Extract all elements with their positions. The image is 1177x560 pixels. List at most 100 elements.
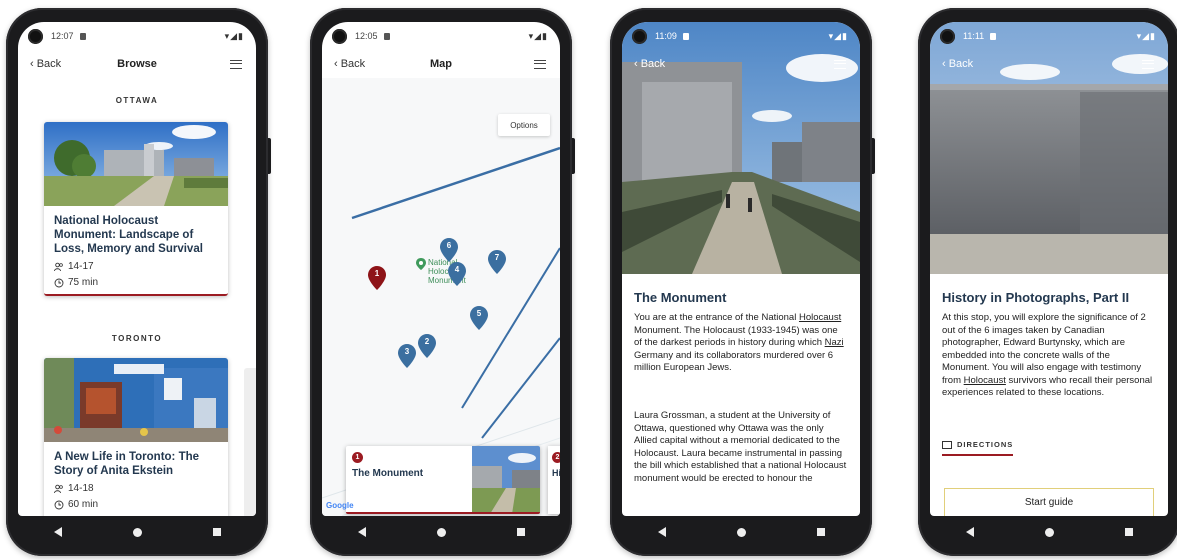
city-heading-toronto: TORONTO — [111, 334, 163, 343]
camera-cutout — [632, 28, 647, 44]
back-nav-icon[interactable] — [53, 527, 62, 537]
map-pin-6[interactable]: 6 — [440, 238, 458, 262]
page-title: Map — [430, 58, 452, 70]
directions-label: DIRECTIONS — [957, 440, 1014, 449]
phone-browse: 12:07 ▾◢▮ ‹ Back Browse OTTAWA National … — [6, 8, 271, 556]
android-nav-bar — [18, 518, 256, 546]
duration-value: 75 min — [68, 277, 99, 288]
recents-nav-icon[interactable] — [816, 528, 825, 536]
glossary-link-nazi[interactable]: Nazi — [825, 337, 844, 348]
top-nav: ‹ Back — [622, 50, 860, 78]
clock-icon — [54, 278, 64, 287]
stop-title: History — [552, 468, 560, 478]
stop-number-badge: 2 — [552, 452, 560, 463]
home-nav-icon[interactable] — [436, 527, 446, 537]
back-button[interactable]: ‹ Back — [634, 58, 665, 70]
signal-battery-icon: ▾◢▮ — [1136, 30, 1156, 41]
glossary-link-holocaust[interactable]: Holocaust — [964, 375, 1006, 386]
directions-link[interactable]: DIRECTIONS — [942, 440, 1014, 456]
map-pin-1[interactable]: 1 — [368, 266, 386, 290]
stop-description: You are at the entrance of the National … — [634, 312, 844, 373]
map-icon — [942, 440, 952, 449]
stop-description-continued: Laura Grossman, a student at the Univers… — [634, 410, 847, 484]
map-pin-7[interactable]: 7 — [488, 250, 506, 274]
status-bar: 12:05 ▾◢▮ — [322, 22, 560, 50]
page-title: Browse — [117, 58, 157, 70]
photographs-screen: 11:11 ▾◢▮ ‹ Back History in Photographs,… — [930, 22, 1168, 516]
map-screen: 12:05 ▾◢▮ ‹ Back Map Options National Ho… — [322, 22, 560, 516]
stop-card[interactable]: 2 History — [548, 446, 560, 514]
top-nav: ‹ Back — [930, 50, 1168, 78]
top-nav: ‹ Back Browse — [18, 50, 256, 78]
stop-description: At this stop, you will explore the signi… — [942, 312, 1153, 398]
tour-title: A New Life in Toronto: The Story of Anit… — [54, 451, 200, 477]
tour-card[interactable]: National Holocaust Monument: Landscape o… — [44, 122, 228, 296]
recents-nav-icon[interactable] — [1124, 528, 1133, 536]
camera-cutout — [940, 28, 955, 44]
hamburger-menu-icon[interactable] — [534, 59, 546, 69]
hamburger-menu-icon[interactable] — [230, 59, 242, 69]
tour-image — [44, 358, 228, 442]
glossary-link-holocaust[interactable]: Holocaust — [799, 312, 841, 323]
app-screenshots: 12:07 ▾◢▮ ‹ Back Browse OTTAWA National … — [0, 0, 1177, 560]
status-time: 11:11 — [963, 31, 985, 41]
hamburger-menu-icon[interactable] — [834, 59, 846, 69]
map-pin-5[interactable]: 5 — [470, 306, 488, 330]
back-button[interactable]: ‹ Back — [942, 58, 973, 70]
signal-battery-icon: ▾◢▮ — [224, 30, 244, 41]
android-nav-bar — [930, 518, 1168, 546]
tour-image — [44, 122, 228, 206]
stop-card[interactable]: 1 The Monument — [346, 446, 540, 514]
home-nav-icon[interactable] — [132, 527, 142, 537]
phone-map: 12:05 ▾◢▮ ‹ Back Map Options National Ho… — [310, 8, 575, 556]
phone-monument: 11:09 ▾◢▮ ‹ Back The Monument You are at… — [610, 8, 875, 556]
stop-thumbnail — [472, 446, 540, 512]
people-icon — [54, 262, 63, 271]
people-icon — [54, 484, 63, 493]
sim-icon — [383, 32, 390, 40]
back-nav-icon[interactable] — [965, 527, 974, 537]
camera-cutout — [332, 28, 347, 44]
sim-icon — [682, 32, 689, 40]
tour-card[interactable]: A New Life in Toronto: The Story of Anit… — [44, 358, 228, 516]
stop-number-badge: 1 — [352, 452, 363, 463]
camera-cutout — [28, 28, 43, 44]
city-heading-ottawa: OTTAWA — [115, 96, 159, 105]
tour-duration: 75 min — [54, 277, 218, 288]
recents-nav-icon[interactable] — [212, 528, 221, 536]
top-nav: ‹ Back Map — [322, 50, 560, 78]
home-nav-icon[interactable] — [736, 527, 746, 537]
clock-icon — [54, 500, 64, 509]
tour-title: National Holocaust Monument: Landscape o… — [54, 215, 203, 255]
ages-value: 14-18 — [68, 483, 94, 494]
tour-ages: 14-17 — [54, 261, 218, 272]
phone-photographs: 11:11 ▾◢▮ ‹ Back History in Photographs,… — [918, 8, 1177, 556]
monument-screen: 11:09 ▾◢▮ ‹ Back The Monument You are at… — [622, 22, 860, 516]
hamburger-menu-icon[interactable] — [1142, 59, 1154, 69]
signal-battery-icon: ▾◢▮ — [828, 30, 848, 41]
status-bar: 11:09 ▾◢▮ — [622, 22, 860, 50]
recents-nav-icon[interactable] — [516, 528, 525, 536]
stop-title: History in Photographs, Part II — [942, 290, 1130, 305]
ages-value: 14-17 — [68, 261, 94, 272]
sim-icon — [990, 32, 997, 40]
next-card-peek[interactable] — [244, 368, 256, 516]
map-pin-2[interactable]: 2 — [418, 334, 436, 358]
back-nav-icon[interactable] — [357, 527, 366, 537]
start-guide-button[interactable]: Start guide — [944, 488, 1154, 516]
status-bar: 12:07 ▾◢▮ — [18, 22, 256, 50]
back-button[interactable]: ‹ Back — [334, 58, 365, 70]
status-time: 12:05 — [355, 31, 378, 41]
android-nav-bar — [622, 518, 860, 546]
back-nav-icon[interactable] — [657, 527, 666, 537]
back-button[interactable]: ‹ Back — [30, 58, 61, 70]
options-button[interactable]: Options — [498, 114, 550, 136]
home-nav-icon[interactable] — [1044, 527, 1054, 537]
signal-battery-icon: ▾◢▮ — [528, 30, 548, 41]
map-pin-3[interactable]: 3 — [398, 344, 416, 368]
map-pin-4[interactable]: 4 — [448, 262, 466, 286]
status-time: 12:07 — [51, 31, 74, 41]
sim-icon — [79, 32, 86, 40]
stop-title: The Monument — [352, 468, 424, 479]
android-nav-bar — [322, 518, 560, 546]
